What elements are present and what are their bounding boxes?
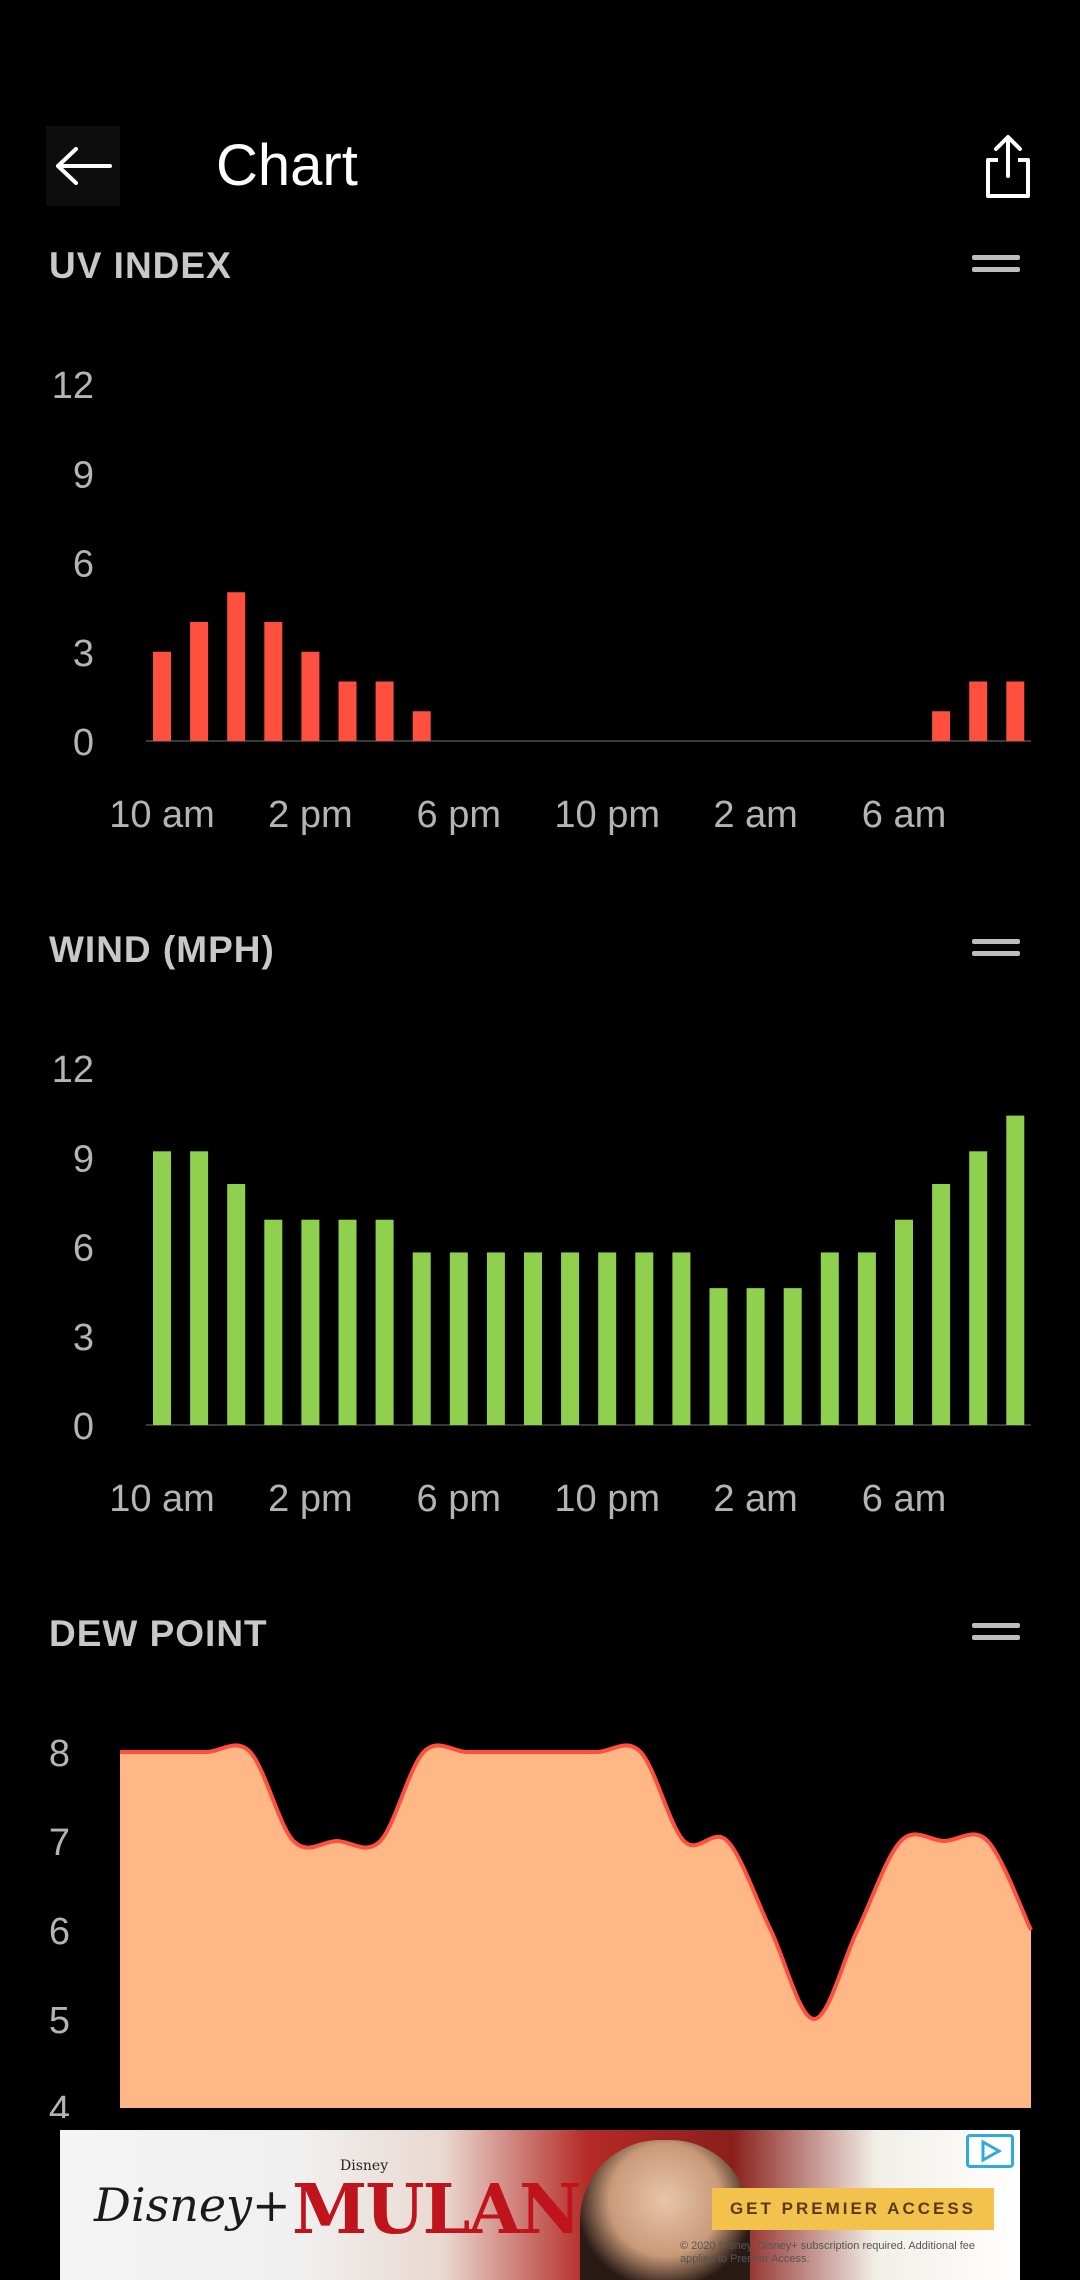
wind-x-tick: 2 pm [268,1478,352,1520]
ad-movie-title: MULAN [292,2170,581,2250]
wind-bar [412,1252,431,1425]
uv-x-tick: 10 am [109,794,215,836]
wind-y-tick: 3 [73,1317,94,1359]
uv-index-section: UV INDEX 0 3 6 9 12 10 am 2 pm 6 pm 10 pm 2 am 6 a… [0,245,1080,885]
dew-point-section: DEW POINT 45678 [0,1613,1080,2133]
dew-y-tick: 7 [49,1822,70,1864]
uv-bar [338,681,357,741]
ad-cta-button[interactable]: GET PREMIER ACCESS [712,2188,994,2230]
dew-y-tick: 6 [49,1911,70,1953]
wind-x-tick: 6 am [862,1478,946,1520]
uv-bar [153,651,171,741]
uv-y-tick: 9 [73,454,94,496]
wind-bar [895,1219,913,1425]
wind-bar [857,1252,876,1425]
dew-point-chart: 4 5 6 7 8 [49,1733,1033,2118]
dew-area [120,1745,1031,2108]
wind-y-tick: 6 [73,1228,94,1270]
wind-bar [524,1252,542,1425]
ad-brand-logo: Disney+ [94,2178,291,2232]
dew-y-tick: 8 [49,1733,70,1775]
wind-y-tick: 12 [52,1049,94,1091]
wind-bar [561,1252,580,1425]
ad-banner[interactable]: Disney+ Disney MULAN GET PREMIER ACCESS … [60,2130,1020,2280]
wind-bar [227,1184,246,1425]
wind-x-tick: 10 pm [554,1478,660,1520]
wind-bar [783,1288,802,1425]
uv-bar [227,592,246,741]
page-title: Chart [216,133,358,198]
uv-bar [190,622,209,741]
wind-bar [709,1288,728,1425]
wind-x-tick: 10 am [109,1478,215,1520]
uv-bar [375,681,394,741]
uv-x-tick: 10 pm [554,794,660,836]
wind-y-tick: 9 [73,1138,94,1180]
wind-chart: 0 3 6 9 12 10 am 2 pm 6 pm 10 pm 2 am 6 am [52,1049,1031,1520]
wind-bar [449,1252,468,1425]
wind-y-tick: 0 [73,1406,94,1448]
wind-bar [598,1252,617,1425]
wind-x-tick: 2 am [713,1478,797,1520]
wind-bar [746,1288,765,1425]
uv-bar [301,651,320,741]
wind-bar [969,1151,988,1425]
uv-bar [412,711,431,741]
wind-bar [153,1151,171,1425]
wind-section: WIND (MPH) 0 3 6 9 12 10 am 2 pm 6 pm 10 pm 2 am 6… [0,929,1080,1569]
uv-y-tick: 0 [73,722,94,764]
uv-index-chart: 0 3 6 9 12 10 am 2 pm 6 pm 10 pm 2 am 6 am [52,365,1031,836]
uv-bar [1006,681,1025,741]
wind-bar [338,1219,357,1425]
uv-x-tick: 6 pm [417,794,501,836]
wind-bar [932,1184,951,1425]
dew-y-tick: 4 [49,2089,70,2118]
uv-bar [932,711,951,741]
uv-y-tick: 6 [73,544,94,586]
uv-y-tick: 12 [52,365,94,407]
wind-bar [635,1252,654,1425]
wind-bar [820,1252,839,1425]
arrow-left-icon [56,147,112,185]
wind-bar [264,1219,283,1425]
uv-bar [969,681,988,741]
uv-bar [264,622,283,741]
uv-x-tick: 2 am [713,794,797,836]
wind-bar [375,1219,394,1425]
wind-bar [486,1252,505,1425]
wind-bar [672,1252,691,1425]
wind-bar [1006,1115,1025,1425]
adchoices-icon[interactable] [966,2134,1014,2168]
wind-bar [301,1219,320,1425]
back-button[interactable] [46,126,120,206]
top-app-bar: Chart [0,110,1080,222]
uv-y-tick: 3 [73,633,94,675]
wind-x-tick: 6 pm [417,1478,501,1520]
wind-bar [190,1151,209,1425]
share-icon [986,135,1030,198]
ad-legal-text: © 2020 Disney. Disney+ subscription requ… [680,2240,975,2265]
uv-x-tick: 2 pm [268,794,352,836]
dew-y-tick: 5 [49,2000,70,2042]
share-button[interactable] [978,132,1038,202]
uv-x-tick: 6 am [862,794,946,836]
